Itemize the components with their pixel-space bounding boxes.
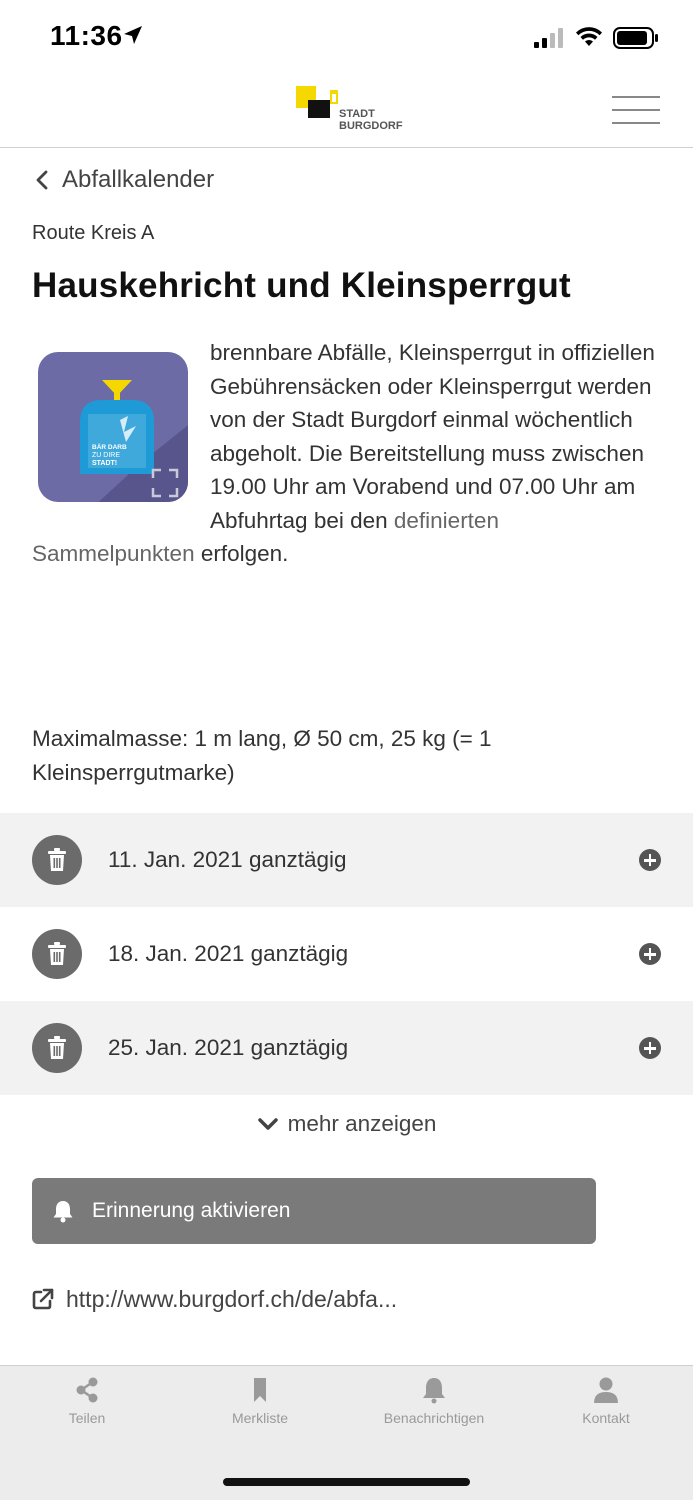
plus-circle-icon[interactable]	[639, 943, 661, 965]
waste-bag-thumbnail[interactable]: BÄR DARB ZU DIRE STADT!	[32, 342, 192, 508]
stadt-burgdorf-logo[interactable]: STADT BURGDORF	[294, 86, 404, 138]
battery-icon	[613, 27, 658, 49]
tab-label: Teilen	[68, 1410, 106, 1426]
bag-text-line3: STADT!	[92, 460, 117, 467]
tab-teilen[interactable]: Teilen	[27, 1376, 147, 1436]
description-text-after-link: erfolgen.	[194, 541, 289, 566]
bell-icon	[53, 1201, 73, 1223]
logo-text: STADT BURGDORF	[339, 108, 403, 132]
date-label: 25. Jan. 2021 ganztägig	[108, 1035, 349, 1060]
date-label: 11. Jan. 2021 ganztägig	[108, 847, 347, 872]
plus-circle-icon[interactable]	[639, 849, 661, 871]
date-row[interactable]: 11. Jan. 2021 ganztägig	[0, 813, 693, 907]
show-more-label: mehr anzeigen	[287, 1111, 437, 1136]
tab-merkliste[interactable]: Merkliste	[200, 1376, 320, 1436]
external-link-icon	[32, 1288, 54, 1310]
location-arrow-icon	[124, 26, 142, 44]
tab-benachrichtigen[interactable]: Benachrichtigen	[374, 1376, 494, 1436]
person-icon	[594, 1377, 618, 1403]
date-row[interactable]: 25. Jan. 2021 ganztägig	[0, 1001, 693, 1095]
bell-icon	[423, 1378, 445, 1404]
activate-reminder-button[interactable]: Erinnerung aktivieren	[32, 1178, 596, 1244]
status-bar: 11:36	[0, 0, 693, 76]
plus-circle-icon[interactable]	[639, 1037, 661, 1059]
tab-label: Kontakt	[582, 1410, 630, 1426]
trash-icon	[32, 835, 82, 885]
max-dimensions-text: Maximalmasse: 1 m lang, Ø 50 cm, 25 kg (…	[32, 726, 492, 785]
route-label: Route Kreis A	[32, 222, 155, 244]
description-text-before-link: brennbare Abfälle, Kleinsperrgut in offi…	[210, 340, 655, 533]
external-url-label: http://www.burgdorf.ch/de/abfa...	[66, 1285, 398, 1312]
description: BÄR DARB ZU DIRE STADT! brennbare Abfäll…	[32, 336, 664, 571]
share-icon	[76, 1377, 98, 1403]
bag-text-line1: BÄR DARB	[92, 443, 127, 451]
tab-label: Benachrichtigen	[383, 1410, 485, 1426]
back-button[interactable]: Abfallkalender	[32, 162, 214, 198]
app-header: STADT BURGDORF	[0, 76, 693, 148]
wifi-icon	[576, 27, 602, 46]
page-title: Hauskehricht und Kleinsperrgut	[32, 266, 571, 305]
status-time: 11:36	[50, 20, 123, 51]
trash-icon	[32, 1023, 82, 1073]
external-url-link[interactable]: http://www.burgdorf.ch/de/abfa...	[32, 1280, 397, 1318]
bag-text-line2: ZU DIRE	[92, 452, 120, 459]
date-row[interactable]: 18. Jan. 2021 ganztägig	[0, 907, 693, 1001]
logo-mark-icon	[296, 86, 338, 118]
cellular-signal-icon	[534, 28, 563, 48]
date-list: 11. Jan. 2021 ganztägig 18. Jan. 2021 ga…	[0, 813, 693, 1095]
chevron-left-icon	[36, 170, 48, 190]
logo-line2: BURGDORF	[339, 120, 403, 132]
chevron-down-icon	[257, 1118, 278, 1130]
bookmark-icon	[254, 1378, 266, 1402]
hamburger-menu-icon[interactable]	[612, 96, 660, 126]
tab-kontakt[interactable]: Kontakt	[546, 1376, 666, 1436]
show-more-button[interactable]: mehr anzeigen	[0, 1104, 693, 1144]
tab-label: Merkliste	[231, 1410, 288, 1426]
home-indicator	[223, 1478, 470, 1486]
back-label: Abfallkalender	[62, 166, 215, 193]
date-label: 18. Jan. 2021 ganztägig	[108, 941, 349, 966]
trash-icon	[32, 929, 82, 979]
reminder-label: Erinnerung aktivieren	[92, 1199, 291, 1222]
logo-line1: STADT	[339, 108, 375, 120]
